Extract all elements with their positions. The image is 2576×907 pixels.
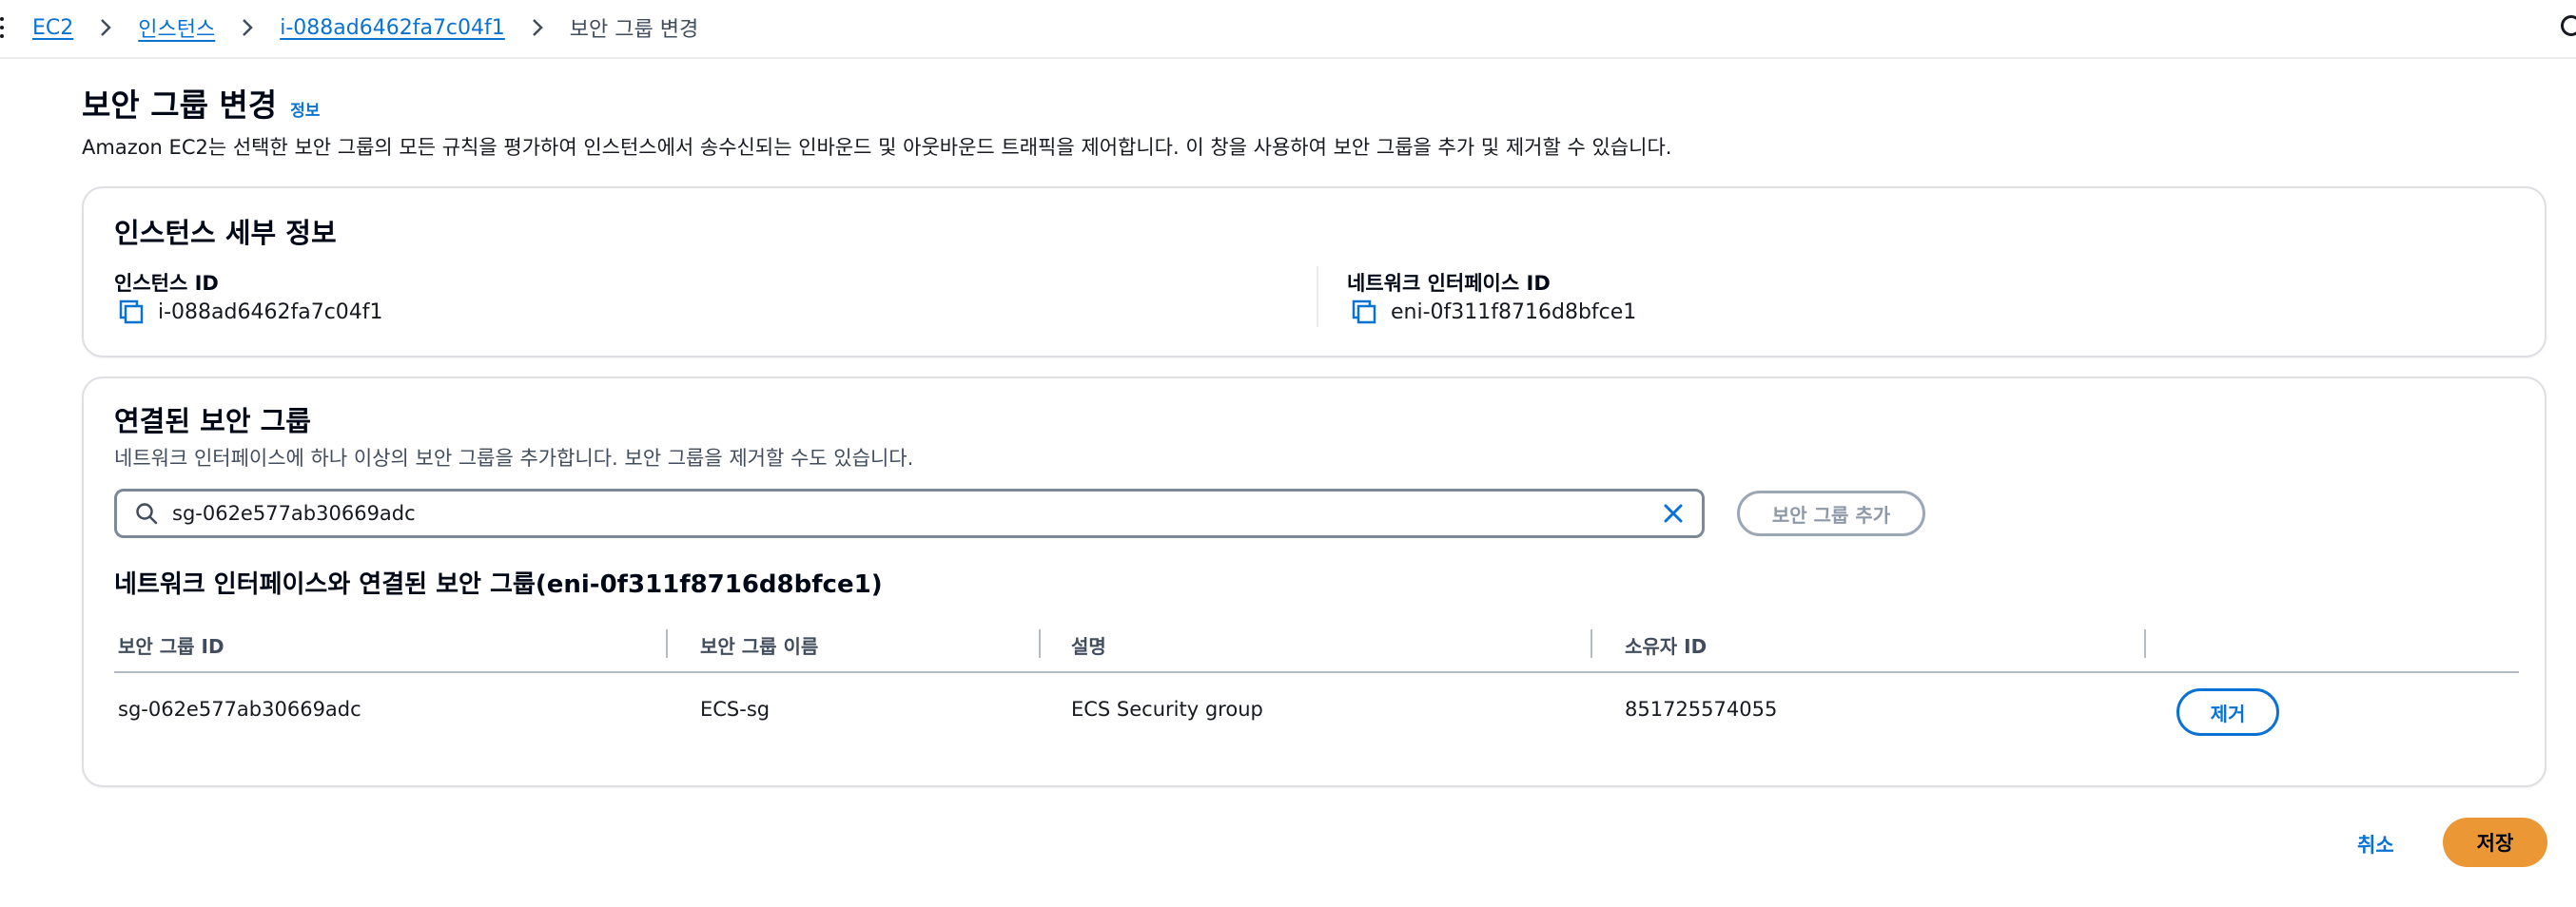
- eni-id-label: 네트워크 인터페이스 ID: [1347, 272, 1551, 295]
- column-resizer[interactable]: [1590, 629, 1592, 658]
- column-header-owner-id[interactable]: 소유자 ID: [1625, 631, 1707, 659]
- security-group-search-input[interactable]: [172, 502, 1662, 525]
- clear-icon[interactable]: [1662, 502, 1685, 525]
- copy-icon[interactable]: [1351, 299, 1377, 325]
- save-button[interactable]: 저장: [2443, 818, 2547, 867]
- menu-icon[interactable]: [0, 17, 6, 38]
- column-resizer[interactable]: [1039, 629, 1041, 658]
- chevron-right-icon: [98, 17, 113, 38]
- breadcrumb-instances-link[interactable]: 인스턴스: [138, 12, 215, 43]
- table-header: 보안 그룹 ID 보안 그룹 이름 설명 소유자 ID: [114, 620, 2519, 673]
- eni-id-text: eni-0f311f8716d8bfce1: [1391, 299, 1637, 324]
- column-resizer[interactable]: [666, 629, 668, 658]
- chevron-right-icon: [240, 17, 255, 38]
- cell-sg-name: ECS-sg: [700, 698, 771, 721]
- page-title: 보안 그룹 변경: [82, 87, 278, 124]
- instance-id-value: i-088ad6462fa7c04f1: [118, 299, 383, 325]
- table-row: sg-062e577ab30669adc ECS-sg ECS Security…: [114, 673, 2519, 751]
- security-groups-table: 보안 그룹 ID 보안 그룹 이름 설명 소유자 ID sg-062e577ab…: [114, 620, 2519, 751]
- info-link[interactable]: 정보: [290, 97, 320, 121]
- breadcrumb-instance-link[interactable]: i-088ad6462fa7c04f1: [280, 16, 505, 40]
- eni-id-value: eni-0f311f8716d8bfce1: [1351, 299, 1636, 325]
- column-header-description[interactable]: 설명: [1071, 631, 1106, 659]
- help-panel-icon[interactable]: [2561, 15, 2576, 36]
- cell-sg-id: sg-062e577ab30669adc: [118, 698, 361, 721]
- breadcrumb: EC2 인스턴스 i-088ad6462fa7c04f1 보안 그룹 변경: [32, 12, 698, 43]
- breadcrumb-current: 보안 그룹 변경: [569, 18, 699, 42]
- cancel-button[interactable]: 취소: [2357, 830, 2394, 859]
- associated-security-groups-container: 연결된 보안 그룹 네트워크 인터페이스에 하나 이상의 보안 그룹을 추가합니…: [82, 376, 2547, 787]
- chevron-right-icon: [530, 17, 545, 38]
- add-security-group-button[interactable]: 보안 그룹 추가: [1737, 491, 1925, 536]
- instance-id-label: 인스턴스 ID: [114, 272, 219, 295]
- copy-icon[interactable]: [118, 299, 145, 325]
- search-icon: [134, 501, 159, 526]
- instance-details-title: 인스턴스 세부 정보: [114, 217, 337, 249]
- column-header-sg-name[interactable]: 보안 그룹 이름: [700, 631, 818, 659]
- column-resizer[interactable]: [2144, 629, 2146, 658]
- cell-description: ECS Security group: [1071, 698, 1263, 721]
- remove-button[interactable]: 제거: [2176, 688, 2279, 736]
- instance-details-container: 인스턴스 세부 정보 인스턴스 ID i-088ad6462fa7c04f1 네…: [82, 186, 2547, 357]
- breadcrumb-ec2-link[interactable]: EC2: [32, 16, 73, 40]
- top-navigation-bar: EC2 인스턴스 i-088ad6462fa7c04f1 보안 그룹 변경: [0, 0, 2576, 59]
- sg-table-title: 네트워크 인터페이스와 연결된 보안 그룹(eni-0f311f8716d8bf…: [114, 570, 883, 599]
- column-header-sg-id[interactable]: 보안 그룹 ID: [118, 631, 224, 659]
- page-header: 보안 그룹 변경 정보: [82, 80, 320, 125]
- cell-owner-id: 851725574055: [1625, 698, 1778, 721]
- associated-sg-description: 네트워크 인터페이스에 하나 이상의 보안 그룹을 추가합니다. 보안 그룹을 …: [114, 447, 914, 470]
- associated-sg-title: 연결된 보안 그룹: [114, 405, 311, 437]
- instance-id-text: i-088ad6462fa7c04f1: [158, 299, 383, 324]
- security-group-search[interactable]: [114, 489, 1705, 538]
- page-description: Amazon EC2는 선택한 보안 그룹의 모든 규칙을 평가하여 인스턴스에…: [82, 136, 1672, 159]
- column-divider: [1317, 266, 1318, 327]
